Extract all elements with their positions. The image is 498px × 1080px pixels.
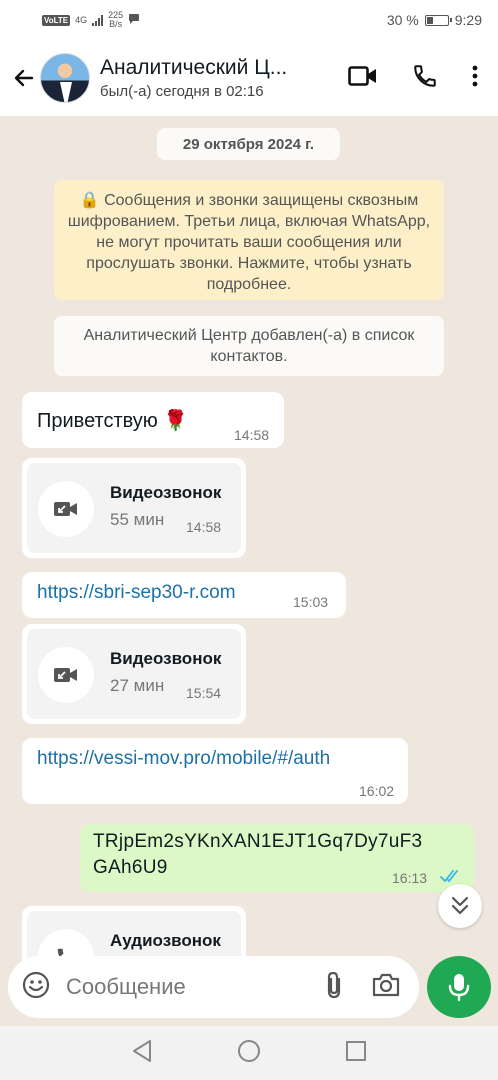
message-bubble-incoming[interactable]: Приветствую 🌹 14:58 — [22, 392, 284, 448]
message-input[interactable] — [66, 974, 286, 1000]
message-composer — [8, 956, 419, 1018]
call-message-bubble[interactable]: Видеозвонок 27 мин 15:54 — [22, 624, 246, 724]
nav-home-icon[interactable] — [237, 1039, 261, 1068]
missed-video-call-icon — [38, 481, 94, 537]
status-bar: VoLTE 4G 225 B/s 30 % 9:29 — [0, 0, 498, 40]
status-bar-right: 30 % 9:29 — [387, 12, 482, 28]
signal-strength-icon — [92, 14, 104, 26]
voice-message-button[interactable] — [427, 956, 491, 1018]
message-text-line-2: GAh6U9 — [93, 857, 168, 878]
network-type: 4G — [75, 14, 88, 25]
microphone-icon — [448, 974, 470, 1002]
message-time: 15:03 — [293, 594, 329, 610]
chat-area[interactable]: 29 октября 2024 г. 🔒 Сообщения и звонки … — [0, 116, 498, 964]
last-seen: был(-а) сегодня в 02:16 — [100, 83, 264, 100]
call-title: Видеозвонок — [110, 649, 222, 668]
message-time: 14:58 — [186, 519, 222, 535]
attach-paperclip-icon[interactable] — [325, 970, 343, 1005]
contact-info[interactable]: Аналитический Ц... был(-а) сегодня в 02:… — [100, 56, 315, 100]
network-speed-unit: B/s — [109, 19, 123, 29]
camera-icon[interactable] — [371, 972, 401, 1003]
scroll-to-bottom-button[interactable] — [438, 884, 482, 928]
voice-call-icon[interactable] — [412, 63, 438, 94]
call-title: Видеозвонок — [110, 483, 222, 502]
call-duration: 55 мин — [110, 510, 165, 529]
battery-icon — [424, 14, 452, 26]
message-link[interactable]: https://sbri-sep30-r.com — [37, 582, 236, 604]
clock: 9:29 — [454, 12, 482, 28]
chat-header: Аналитический Ц... был(-а) сегодня в 02:… — [0, 40, 498, 116]
message-bubble-outgoing[interactable]: TRjpEm2sYKnXAN1EJT1Gq7Dy7uF3 GAh6U9 16:1… — [80, 824, 474, 892]
contact-avatar[interactable] — [40, 53, 90, 103]
nav-back-icon[interactable] — [131, 1039, 153, 1068]
contact-name: Аналитический Ц... — [100, 56, 288, 79]
network-speed: 225 B/s — [108, 11, 123, 29]
more-options-icon[interactable] — [472, 65, 478, 92]
notification-chat-icon — [128, 12, 140, 28]
message-bubble-incoming[interactable]: https://vessi-mov.pro/mobile/#/auth 16:0… — [22, 738, 408, 804]
message-time: 14:58 — [234, 427, 270, 443]
missed-video-call-icon — [38, 647, 94, 703]
composer-actions — [325, 970, 405, 1005]
call-card[interactable]: Видеозвонок 27 мин 15:54 — [27, 629, 241, 719]
call-title: Аудиозвонок — [110, 931, 221, 950]
battery-percent: 30 % — [386, 12, 419, 28]
message-bubble-incoming[interactable]: https://sbri-sep30-r.com 15:03 — [22, 572, 346, 618]
call-duration: 27 мин — [110, 676, 165, 695]
double-chevron-down-icon — [451, 896, 469, 915]
status-bar-left: VoLTE 4G 225 B/s — [42, 11, 140, 29]
header-actions — [348, 63, 488, 94]
date-chip: 29 октября 2024 г. — [157, 128, 340, 160]
call-card[interactable]: Видеозвонок 55 мин 14:58 — [27, 463, 241, 553]
volte-badge: VoLTE — [42, 14, 71, 26]
encryption-notice[interactable]: 🔒 Сообщения и звонки защищены сквозным ш… — [54, 180, 444, 300]
message-text: Приветствую 🌹 — [37, 410, 189, 432]
video-call-icon[interactable] — [348, 65, 378, 92]
message-text-line-1: TRjpEm2sYKnXAN1EJT1Gq7Dy7uF3 — [93, 831, 423, 852]
message-time: 16:13 — [392, 870, 428, 886]
system-navigation-bar — [0, 1026, 498, 1080]
nav-recents-icon[interactable] — [345, 1040, 367, 1067]
message-link[interactable]: https://vessi-mov.pro/mobile/#/auth — [37, 748, 330, 770]
system-message: Аналитический Центр добавлен(-а) в списо… — [54, 316, 444, 376]
message-time: 15:54 — [186, 685, 222, 701]
back-arrow-icon[interactable] — [10, 64, 38, 92]
message-time: 16:02 — [359, 783, 395, 799]
emoji-icon[interactable] — [22, 971, 50, 1004]
call-message-bubble[interactable]: Видеозвонок 55 мин 14:58 — [22, 458, 246, 558]
